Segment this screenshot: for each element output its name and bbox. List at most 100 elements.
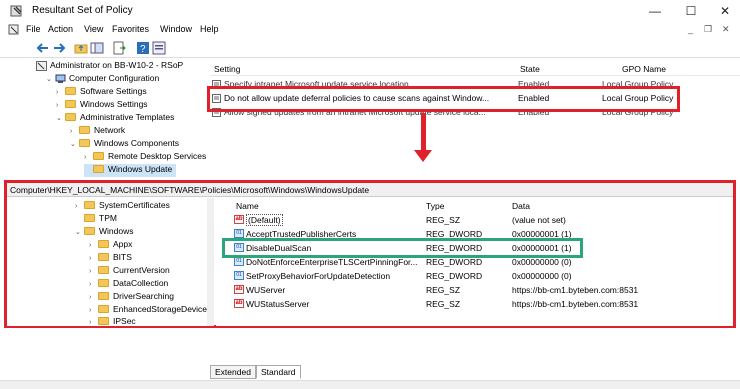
folder-icon xyxy=(98,304,109,313)
registry-tree-scrollbar[interactable] xyxy=(207,198,214,326)
folder-icon xyxy=(98,265,109,274)
menu-action[interactable]: Action xyxy=(48,24,73,34)
reg-tree-item-driversearching[interactable]: › DriverSearching xyxy=(89,291,174,304)
folder-icon xyxy=(93,151,104,160)
help-icon[interactable]: ? xyxy=(136,41,150,55)
column-header-state[interactable]: State xyxy=(520,64,540,74)
registry-value-name: DoNotEnforceEnterpriseTLSCertPinningFor.… xyxy=(246,257,418,267)
reg-tree-label: Windows xyxy=(99,226,134,236)
registry-value-data: 0x00000000 (0) xyxy=(512,271,572,281)
chevron-right-icon[interactable]: › xyxy=(89,268,98,275)
reg-tree-label: SystemCertificates xyxy=(99,200,170,210)
child-restore-button[interactable]: ❐ xyxy=(704,24,712,35)
export-list-icon[interactable] xyxy=(112,41,126,55)
registry-value-data: https://bb-cm1.byteben.com:8531 xyxy=(512,285,639,295)
computer-icon xyxy=(55,74,66,83)
folder-icon xyxy=(84,200,95,209)
chevron-down-icon[interactable]: ⌄ xyxy=(46,75,55,83)
registry-value-type: REG_SZ xyxy=(426,299,461,309)
registry-tree: › SystemCertificates TPM ⌄ Windows › Appx ›… xyxy=(7,198,214,326)
column-header-type[interactable]: Type xyxy=(426,201,444,214)
rsop-app-icon xyxy=(10,5,22,17)
chevron-down-icon[interactable]: ⌄ xyxy=(75,228,84,236)
policy-highlight-box xyxy=(207,86,680,112)
registry-address-bar[interactable]: Computer\HKEY_LOCAL_MACHINE\SOFTWARE\Pol… xyxy=(7,183,733,197)
child-close-button[interactable]: ✕ xyxy=(722,24,730,35)
forward-arrow-icon[interactable] xyxy=(52,41,66,55)
column-header-data[interactable]: Data xyxy=(512,201,530,214)
registry-value-type: REG_SZ xyxy=(426,285,461,295)
chevron-right-icon[interactable]: › xyxy=(56,102,65,109)
menu-view[interactable]: View xyxy=(84,24,103,34)
back-arrow-icon[interactable] xyxy=(36,41,50,55)
title-bar: Resultant Set of Policy — ☐ ✕ xyxy=(0,0,740,22)
maximize-button[interactable]: ☐ xyxy=(680,2,702,20)
registry-value-row[interactable]: 01 SetProxyBehaviorForUpdateDetection REG_… xyxy=(234,271,572,284)
tree-item-software-settings[interactable]: › Software Settings xyxy=(56,86,147,99)
tab-extended[interactable]: Extended xyxy=(210,365,256,379)
tree-item-windows-settings[interactable]: › Windows Settings xyxy=(56,99,148,112)
registry-value-row[interactable]: ab WUStatusServer REG_SZ https://bb-cm1.byt… xyxy=(234,299,638,312)
reg-tree-item-datacollection[interactable]: › DataCollection xyxy=(89,278,168,291)
reg-tree-item-ipsec[interactable]: › IPSec xyxy=(89,316,136,329)
chevron-right-icon[interactable]: › xyxy=(89,281,98,288)
tab-standard[interactable]: Standard xyxy=(256,365,301,379)
column-header-name[interactable]: Name xyxy=(236,201,259,214)
tree-item-windows-components[interactable]: ⌄ Windows Components xyxy=(70,138,179,151)
folder-icon xyxy=(98,278,109,287)
tree-item-network[interactable]: › Network xyxy=(70,125,125,138)
registry-value-data: 0x00000000 (0) xyxy=(512,257,572,267)
registry-value-row[interactable]: 01 DoNotEnforceEnterpriseTLSCertPinningFo… xyxy=(234,257,572,270)
chevron-right-icon[interactable]: › xyxy=(70,128,79,135)
registry-value-row[interactable]: ab WUServer REG_SZ https://bb-cm1.byteben.c… xyxy=(234,285,638,298)
menu-favorites[interactable]: Favorites xyxy=(112,24,149,34)
chevron-down-icon[interactable]: ⌄ xyxy=(56,114,65,122)
rsop-tree: Administrator on BB-W10-2 - RSoP ⌄ Comput… xyxy=(32,58,207,178)
menu-help[interactable]: Help xyxy=(200,24,219,34)
menu-window[interactable]: Window xyxy=(160,24,192,34)
policy-list-header: Setting State GPO Name xyxy=(210,62,740,76)
folder-icon xyxy=(84,226,95,235)
show-hide-tree-icon[interactable] xyxy=(90,41,104,55)
string-value-icon: ab xyxy=(234,285,244,295)
child-minimize-button[interactable]: _ xyxy=(688,24,693,34)
chevron-right-icon[interactable]: › xyxy=(56,89,65,96)
tree-item-windows-update[interactable]: Windows Update xyxy=(84,164,177,177)
properties-icon[interactable] xyxy=(152,41,166,55)
tree-item-root[interactable]: Administrator on BB-W10-2 - RSoP xyxy=(36,60,183,73)
registry-value-name: WUStatusServer xyxy=(246,299,310,309)
chevron-right-icon[interactable]: › xyxy=(89,255,98,262)
folder-icon xyxy=(98,252,109,261)
reg-tree-item-windows[interactable]: ⌄ Windows xyxy=(75,226,133,239)
arrow-shaft xyxy=(421,113,426,153)
registry-value-row[interactable]: ab (Default) REG_SZ (value not set) xyxy=(234,214,566,228)
column-header-gpo-name[interactable]: GPO Name xyxy=(622,64,666,74)
reg-tree-item-currentversion[interactable]: › CurrentVersion xyxy=(89,265,170,278)
menu-file[interactable]: File xyxy=(26,24,41,34)
reg-tree-item-tpm[interactable]: TPM xyxy=(75,213,117,226)
reg-tree-item-appx[interactable]: › Appx xyxy=(89,239,132,252)
chevron-right-icon[interactable]: › xyxy=(89,294,98,301)
arrow-down-icon xyxy=(414,150,432,162)
minimize-button[interactable]: — xyxy=(644,2,666,20)
registry-value-name: (Default) xyxy=(246,214,283,226)
folder-icon xyxy=(98,239,109,248)
chevron-right-icon[interactable]: › xyxy=(84,154,93,161)
chevron-right-icon[interactable]: › xyxy=(89,242,98,249)
chevron-right-icon[interactable]: › xyxy=(89,307,98,314)
column-header-setting[interactable]: Setting xyxy=(214,64,240,74)
reg-tree-item-bits[interactable]: › BITS xyxy=(89,252,132,265)
folder-icon xyxy=(65,112,76,121)
chevron-right-icon[interactable]: › xyxy=(89,319,98,326)
tree-item-administrative-templates[interactable]: ⌄ Administrative Templates xyxy=(56,112,174,125)
tree-item-remote-desktop-services[interactable]: › Remote Desktop Services xyxy=(84,151,206,164)
registry-values-pane: Name Type Data ab (Default) REG_SZ (value n… xyxy=(216,198,733,326)
up-folder-icon[interactable] xyxy=(74,41,88,55)
tree-item-computer-configuration[interactable]: ⌄ Computer Configuration xyxy=(46,73,159,86)
reg-tree-item-systemcertificates[interactable]: › SystemCertificates xyxy=(75,200,170,213)
chevron-right-icon[interactable]: › xyxy=(75,203,84,210)
chevron-down-icon[interactable]: ⌄ xyxy=(70,140,79,148)
close-button[interactable]: ✕ xyxy=(714,2,736,20)
folder-icon xyxy=(84,213,95,222)
window-title: Resultant Set of Policy xyxy=(32,5,133,16)
